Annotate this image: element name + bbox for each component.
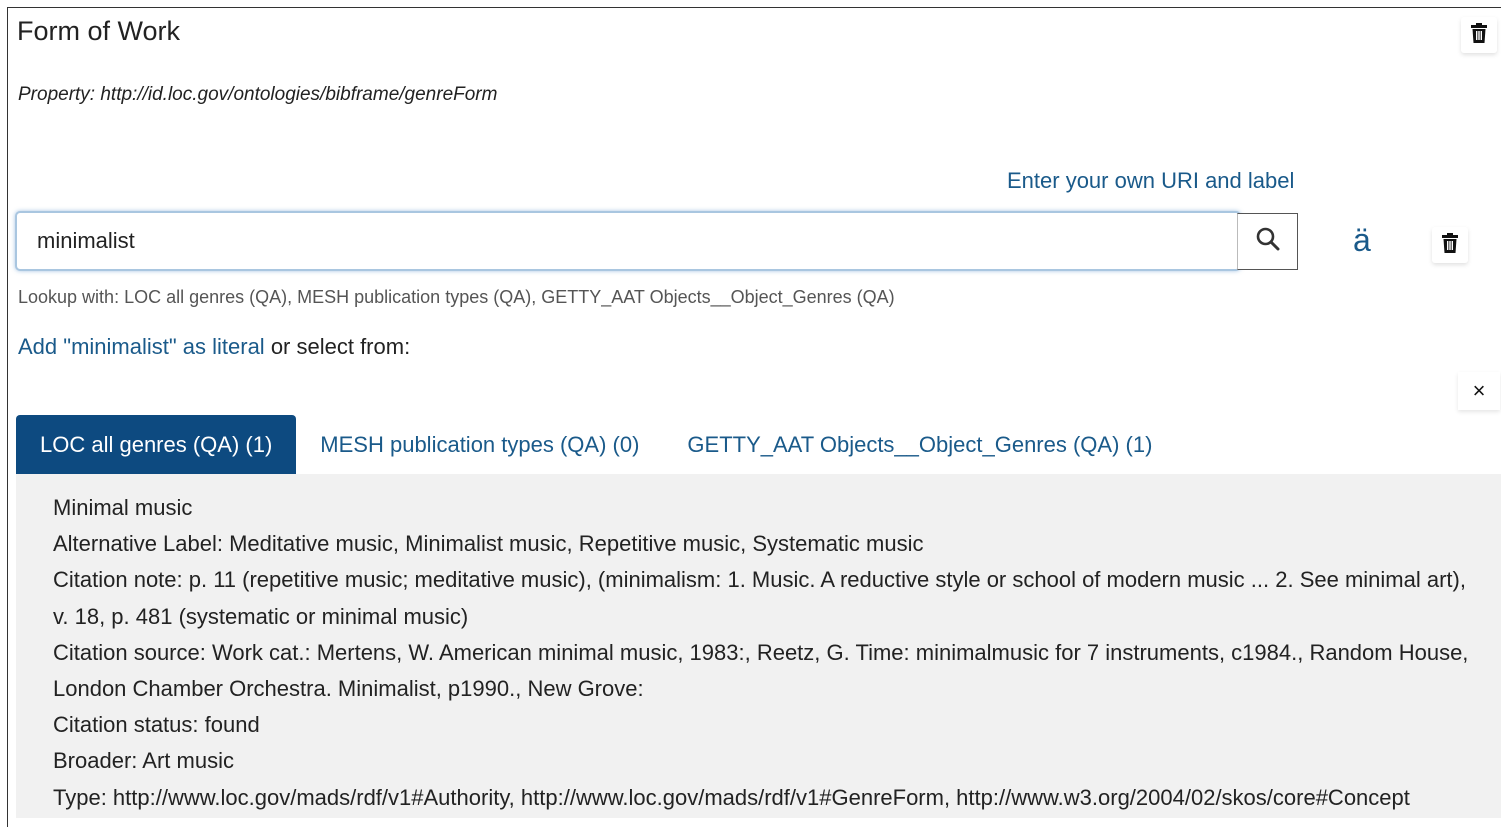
results-panel: Minimal music Alternative Label: Meditat… bbox=[16, 474, 1501, 818]
close-results-button[interactable]: × bbox=[1458, 372, 1500, 410]
select-from-text: or select from: bbox=[264, 334, 411, 359]
search-input[interactable] bbox=[19, 215, 1235, 267]
enter-own-uri-link[interactable]: Enter your own URI and label bbox=[1007, 168, 1294, 194]
diacritics-button[interactable]: ä bbox=[1353, 222, 1371, 259]
page-title: Form of Work bbox=[17, 16, 181, 46]
property-uri: Property: http://id.loc.gov/ontologies/b… bbox=[18, 84, 498, 105]
search-field-wrapper bbox=[15, 211, 1241, 271]
tab-loc-all-genres[interactable]: LOC all genres (QA) (1) bbox=[16, 415, 297, 474]
result-alternative-label: Alternative Label: Meditative music, Min… bbox=[53, 531, 924, 557]
result-citation-note: Citation note: p. 11 (repetitive music; … bbox=[53, 567, 1466, 593]
delete-value-button[interactable] bbox=[1432, 227, 1468, 263]
result-broader: Broader: Art music bbox=[53, 748, 234, 774]
search-icon bbox=[1255, 226, 1281, 257]
trash-icon bbox=[1470, 22, 1488, 48]
result-item[interactable]: Minimal music Alternative Label: Meditat… bbox=[53, 490, 1501, 816]
result-citation-source-cont: London Chamber Orchestra. Minimalist, p1… bbox=[53, 676, 644, 702]
delete-property-button[interactable] bbox=[1461, 17, 1497, 53]
tab-getty-aat-object-genres[interactable]: GETTY_AAT Objects__Object_Genres (QA) (1… bbox=[663, 415, 1176, 474]
result-citation-source: Citation source: Work cat.: Mertens, W. … bbox=[53, 639, 1469, 665]
result-citation-status: Citation status: found bbox=[53, 712, 260, 738]
trash-icon bbox=[1441, 232, 1459, 258]
tab-mesh-publication-types[interactable]: MESH publication types (QA) (0) bbox=[296, 415, 663, 474]
result-type: Type: http://www.loc.gov/mads/rdf/v1#Aut… bbox=[53, 784, 1410, 810]
result-label: Minimal music bbox=[53, 495, 193, 520]
literal-line: Add "minimalist" as literal or select fr… bbox=[18, 334, 410, 360]
result-citation-note-cont: v. 18, p. 481 (systematic or minimal mus… bbox=[53, 603, 469, 629]
close-icon: × bbox=[1472, 378, 1486, 403]
lookup-sources-text: Lookup with: LOC all genres (QA), MESH p… bbox=[18, 287, 895, 307]
add-literal-link[interactable]: Add "minimalist" as literal bbox=[18, 334, 265, 359]
results-tabs: LOC all genres (QA) (1) MESH publication… bbox=[16, 415, 1176, 474]
search-button[interactable] bbox=[1237, 213, 1298, 270]
